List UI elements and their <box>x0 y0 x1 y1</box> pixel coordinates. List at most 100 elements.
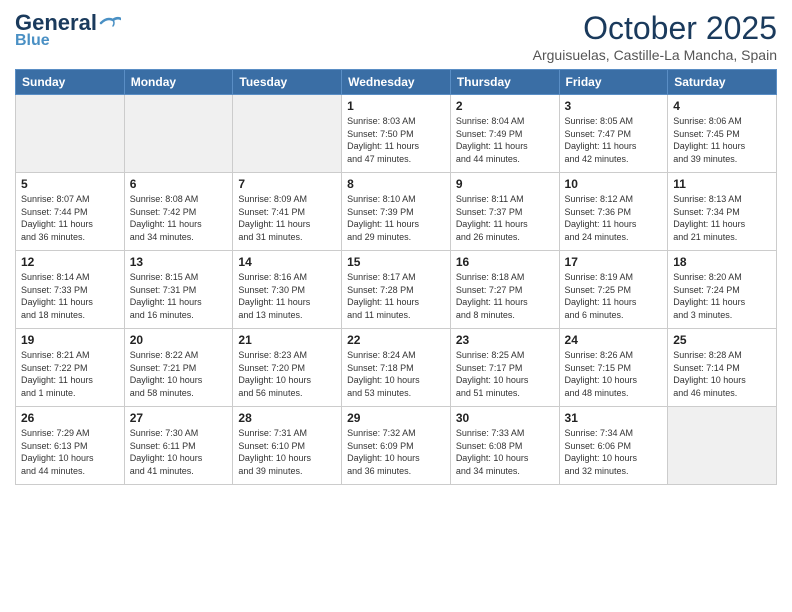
date-number: 12 <box>21 255 119 269</box>
cell-info: Sunrise: 8:15 AM Sunset: 7:31 PM Dayligh… <box>130 271 228 321</box>
calendar-cell: 25 Sunrise: 8:28 AM Sunset: 7:14 PM Dayli… <box>668 329 777 407</box>
calendar-cell: 17 Sunrise: 8:19 AM Sunset: 7:25 PM Dayli… <box>559 251 668 329</box>
calendar-cell <box>16 95 125 173</box>
date-number: 16 <box>456 255 554 269</box>
date-number: 23 <box>456 333 554 347</box>
date-number: 18 <box>673 255 771 269</box>
date-number: 31 <box>565 411 663 425</box>
cell-info: Sunrise: 8:07 AM Sunset: 7:44 PM Dayligh… <box>21 193 119 243</box>
day-header-friday: Friday <box>559 70 668 95</box>
date-number: 30 <box>456 411 554 425</box>
date-number: 17 <box>565 255 663 269</box>
day-header-sunday: Sunday <box>16 70 125 95</box>
calendar-cell: 27 Sunrise: 7:30 AM Sunset: 6:11 PM Dayli… <box>124 407 233 485</box>
cell-info: Sunrise: 8:24 AM Sunset: 7:18 PM Dayligh… <box>347 349 445 399</box>
cell-info: Sunrise: 8:14 AM Sunset: 7:33 PM Dayligh… <box>21 271 119 321</box>
cell-info: Sunrise: 7:29 AM Sunset: 6:13 PM Dayligh… <box>21 427 119 477</box>
calendar-cell: 5 Sunrise: 8:07 AM Sunset: 7:44 PM Daylig… <box>16 173 125 251</box>
calendar-cell: 7 Sunrise: 8:09 AM Sunset: 7:41 PM Daylig… <box>233 173 342 251</box>
cell-info: Sunrise: 8:20 AM Sunset: 7:24 PM Dayligh… <box>673 271 771 321</box>
cell-info: Sunrise: 8:23 AM Sunset: 7:20 PM Dayligh… <box>238 349 336 399</box>
date-number: 15 <box>347 255 445 269</box>
cell-info: Sunrise: 8:19 AM Sunset: 7:25 PM Dayligh… <box>565 271 663 321</box>
calendar-cell: 29 Sunrise: 7:32 AM Sunset: 6:09 PM Dayli… <box>342 407 451 485</box>
date-number: 20 <box>130 333 228 347</box>
calendar-cell: 14 Sunrise: 8:16 AM Sunset: 7:30 PM Dayli… <box>233 251 342 329</box>
cell-info: Sunrise: 8:06 AM Sunset: 7:45 PM Dayligh… <box>673 115 771 165</box>
cell-info: Sunrise: 7:32 AM Sunset: 6:09 PM Dayligh… <box>347 427 445 477</box>
calendar-cell: 6 Sunrise: 8:08 AM Sunset: 7:42 PM Daylig… <box>124 173 233 251</box>
date-number: 4 <box>673 99 771 113</box>
calendar-cell: 15 Sunrise: 8:17 AM Sunset: 7:28 PM Dayli… <box>342 251 451 329</box>
calendar-cell: 31 Sunrise: 7:34 AM Sunset: 6:06 PM Dayli… <box>559 407 668 485</box>
date-number: 24 <box>565 333 663 347</box>
calendar-cell <box>124 95 233 173</box>
cell-info: Sunrise: 8:13 AM Sunset: 7:34 PM Dayligh… <box>673 193 771 243</box>
calendar-cell: 4 Sunrise: 8:06 AM Sunset: 7:45 PM Daylig… <box>668 95 777 173</box>
calendar-cell: 21 Sunrise: 8:23 AM Sunset: 7:20 PM Dayli… <box>233 329 342 407</box>
calendar-cell: 12 Sunrise: 8:14 AM Sunset: 7:33 PM Dayli… <box>16 251 125 329</box>
cell-info: Sunrise: 8:04 AM Sunset: 7:49 PM Dayligh… <box>456 115 554 165</box>
date-number: 25 <box>673 333 771 347</box>
cell-info: Sunrise: 8:05 AM Sunset: 7:47 PM Dayligh… <box>565 115 663 165</box>
calendar-cell: 24 Sunrise: 8:26 AM Sunset: 7:15 PM Dayli… <box>559 329 668 407</box>
cell-info: Sunrise: 7:31 AM Sunset: 6:10 PM Dayligh… <box>238 427 336 477</box>
cell-info: Sunrise: 8:11 AM Sunset: 7:37 PM Dayligh… <box>456 193 554 243</box>
calendar-cell: 1Sunrise: 8:03 AM Sunset: 7:50 PM Daylig… <box>342 95 451 173</box>
calendar-cell: 3 Sunrise: 8:05 AM Sunset: 7:47 PM Daylig… <box>559 95 668 173</box>
date-number: 3 <box>565 99 663 113</box>
calendar-cell: 16 Sunrise: 8:18 AM Sunset: 7:27 PM Dayli… <box>450 251 559 329</box>
calendar-cell: 22 Sunrise: 8:24 AM Sunset: 7:18 PM Dayli… <box>342 329 451 407</box>
calendar-cell: 13Sunrise: 8:15 AM Sunset: 7:31 PM Dayli… <box>124 251 233 329</box>
date-number: 22 <box>347 333 445 347</box>
calendar-cell: 10Sunrise: 8:12 AM Sunset: 7:36 PM Dayli… <box>559 173 668 251</box>
date-number: 7 <box>238 177 336 191</box>
cell-info: Sunrise: 8:16 AM Sunset: 7:30 PM Dayligh… <box>238 271 336 321</box>
cell-info: Sunrise: 8:25 AM Sunset: 7:17 PM Dayligh… <box>456 349 554 399</box>
cell-info: Sunrise: 7:30 AM Sunset: 6:11 PM Dayligh… <box>130 427 228 477</box>
date-number: 27 <box>130 411 228 425</box>
cell-info: Sunrise: 8:26 AM Sunset: 7:15 PM Dayligh… <box>565 349 663 399</box>
day-header-monday: Monday <box>124 70 233 95</box>
cell-info: Sunrise: 8:08 AM Sunset: 7:42 PM Dayligh… <box>130 193 228 243</box>
date-number: 8 <box>347 177 445 191</box>
date-number: 1 <box>347 99 445 113</box>
day-header-tuesday: Tuesday <box>233 70 342 95</box>
cell-info: Sunrise: 7:34 AM Sunset: 6:06 PM Dayligh… <box>565 427 663 477</box>
logo-bird-icon <box>99 15 121 31</box>
logo: General Blue <box>15 10 121 50</box>
calendar-cell: 28 Sunrise: 7:31 AM Sunset: 6:10 PM Dayli… <box>233 407 342 485</box>
cell-info: Sunrise: 8:28 AM Sunset: 7:14 PM Dayligh… <box>673 349 771 399</box>
cell-info: Sunrise: 8:18 AM Sunset: 7:27 PM Dayligh… <box>456 271 554 321</box>
calendar-cell: 8 Sunrise: 8:10 AM Sunset: 7:39 PM Daylig… <box>342 173 451 251</box>
logo-blue: Blue <box>15 32 50 50</box>
cell-info: Sunrise: 8:09 AM Sunset: 7:41 PM Dayligh… <box>238 193 336 243</box>
calendar-table: SundayMondayTuesdayWednesdayThursdayFrid… <box>15 69 777 485</box>
calendar-cell <box>668 407 777 485</box>
calendar-cell: 30Sunrise: 7:33 AM Sunset: 6:08 PM Dayli… <box>450 407 559 485</box>
date-number: 28 <box>238 411 336 425</box>
calendar-cell: 26 Sunrise: 7:29 AM Sunset: 6:13 PM Dayli… <box>16 407 125 485</box>
calendar-cell: 11 Sunrise: 8:13 AM Sunset: 7:34 PM Dayli… <box>668 173 777 251</box>
cell-info: Sunrise: 8:10 AM Sunset: 7:39 PM Dayligh… <box>347 193 445 243</box>
date-number: 5 <box>21 177 119 191</box>
title-section: October 2025 Arguisuelas, Castille-La Ma… <box>533 10 777 63</box>
date-number: 29 <box>347 411 445 425</box>
date-number: 21 <box>238 333 336 347</box>
calendar-cell: 20Sunrise: 8:22 AM Sunset: 7:21 PM Dayli… <box>124 329 233 407</box>
day-header-wednesday: Wednesday <box>342 70 451 95</box>
date-number: 6 <box>130 177 228 191</box>
calendar-cell: 18 Sunrise: 8:20 AM Sunset: 7:24 PM Dayli… <box>668 251 777 329</box>
date-number: 26 <box>21 411 119 425</box>
date-number: 19 <box>21 333 119 347</box>
cell-info: Sunrise: 8:17 AM Sunset: 7:28 PM Dayligh… <box>347 271 445 321</box>
day-header-saturday: Saturday <box>668 70 777 95</box>
date-number: 14 <box>238 255 336 269</box>
calendar-cell: 2 Sunrise: 8:04 AM Sunset: 7:49 PM Daylig… <box>450 95 559 173</box>
calendar-cell: 9 Sunrise: 8:11 AM Sunset: 7:37 PM Daylig… <box>450 173 559 251</box>
calendar-cell <box>233 95 342 173</box>
date-number: 2 <box>456 99 554 113</box>
calendar-cell: 23 Sunrise: 8:25 AM Sunset: 7:17 PM Dayli… <box>450 329 559 407</box>
date-number: 11 <box>673 177 771 191</box>
date-number: 9 <box>456 177 554 191</box>
